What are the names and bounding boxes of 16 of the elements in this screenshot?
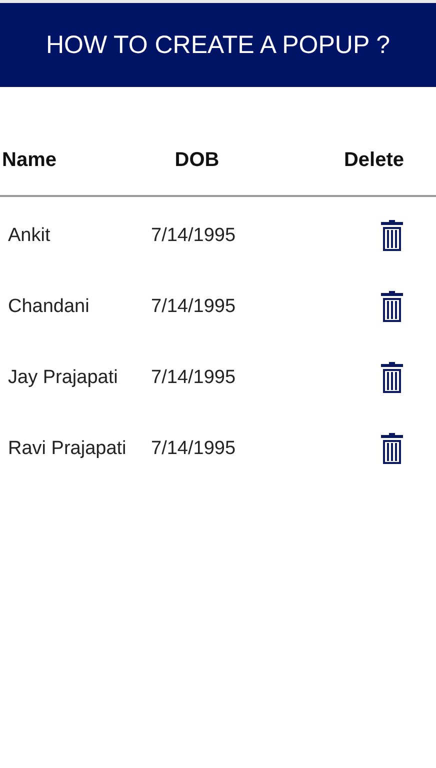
page-title: HOW TO CREATE A POPUP ?: [46, 30, 390, 60]
table-cell-text: 7/14/1995: [151, 438, 237, 460]
table-cell-text: Ravi Prajapati: [7, 438, 128, 460]
table-cell-text: 7/14/1995: [151, 366, 237, 388]
trash-icon[interactable]: [381, 362, 403, 393]
trash-icon[interactable]: [381, 220, 403, 251]
column-header: DOB: [174, 148, 220, 172]
column-header: Name: [1, 148, 58, 172]
table-cell-text: Ankit: [7, 224, 52, 246]
column-header: Delete: [342, 148, 406, 172]
trash-icon[interactable]: [381, 433, 403, 464]
trash-icon[interactable]: [381, 291, 403, 322]
table-cell-text: 7/14/1995: [151, 224, 237, 246]
table-cell-text: Jay Prajapati: [7, 366, 119, 388]
table-cell-text: Chandani: [7, 296, 90, 318]
table-cell-text: 7/14/1995: [151, 296, 237, 318]
